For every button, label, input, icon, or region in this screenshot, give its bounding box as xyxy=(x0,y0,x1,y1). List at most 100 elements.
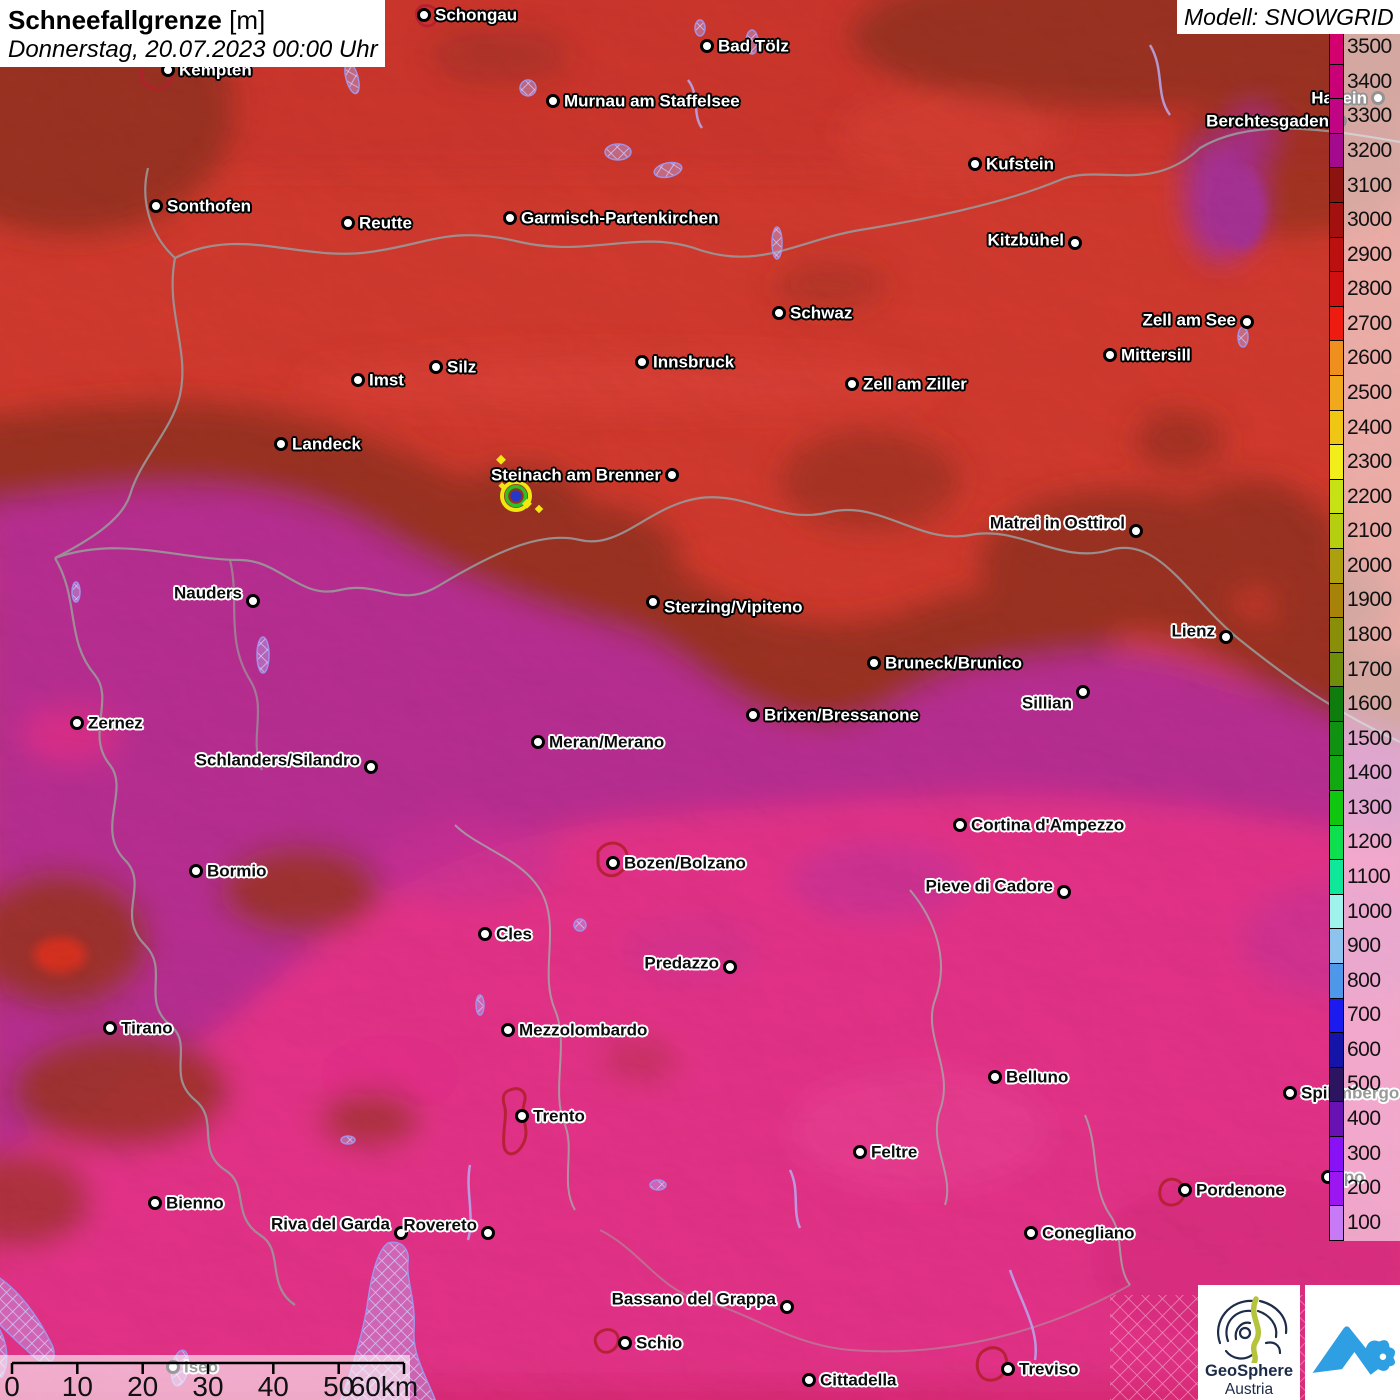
scale-bar-label: 0 xyxy=(4,1371,20,1400)
city-label: Kitzbühel xyxy=(987,230,1065,250)
legend-cell xyxy=(1330,860,1343,895)
city-label: Treviso xyxy=(1019,1359,1079,1379)
city-label: Schwaz xyxy=(790,303,853,323)
legend-cell xyxy=(1330,306,1343,342)
city-dot xyxy=(1219,630,1233,644)
legend-tick-label: 2000 xyxy=(1347,553,1392,577)
city-dot xyxy=(1001,1362,1015,1376)
city-dot xyxy=(515,1109,529,1123)
city-dot xyxy=(953,818,967,832)
city-dot xyxy=(802,1373,816,1387)
city-dot xyxy=(1240,315,1254,329)
city-label: Trento xyxy=(533,1106,585,1126)
city-dot xyxy=(1129,524,1143,538)
mountain-logo-icon xyxy=(1312,1326,1396,1375)
city-dot xyxy=(867,656,881,670)
city-dot xyxy=(246,594,260,608)
city-label: Nauders xyxy=(173,583,242,603)
weather-map-stage: Schongau Bad Tölz Kempten Murnau am Staffel… xyxy=(0,0,1400,1400)
city-label: Belluno xyxy=(1006,1067,1069,1087)
legend-tick-label: 3100 xyxy=(1347,173,1392,197)
city-label: Zell am Ziller xyxy=(863,374,967,394)
city-label: Bormio xyxy=(207,861,267,881)
city-dot xyxy=(1103,348,1117,362)
city-label: Schongau xyxy=(435,5,518,25)
map-datetime: Donnerstag, 20.07.2023 00:00 Uhr xyxy=(8,35,378,63)
legend-cell xyxy=(1330,30,1343,65)
geosphere-logo-icon xyxy=(1217,1296,1288,1366)
legend-tick-label: 2100 xyxy=(1347,519,1392,543)
city-label: Mezzolombardo xyxy=(519,1020,648,1040)
city-dot xyxy=(665,468,679,482)
city-dot xyxy=(988,1070,1002,1084)
city-label: Mittersill xyxy=(1121,345,1191,365)
legend-cell xyxy=(1330,721,1343,757)
legend-cell xyxy=(1330,756,1343,792)
legend-cell xyxy=(1330,1206,1343,1240)
legend-cell xyxy=(1330,133,1343,169)
city-label: Sillian xyxy=(1021,693,1072,713)
legend-cell xyxy=(1330,341,1343,376)
legend-cell xyxy=(1330,929,1343,965)
city-label: Garmisch-Partenkirchen xyxy=(521,208,719,228)
city-label: Landeck xyxy=(292,434,361,454)
legend-tick-label: 200 xyxy=(1347,1176,1381,1200)
city-label: Matrei in Osttirol xyxy=(989,513,1125,533)
city-dot xyxy=(417,8,431,22)
legend-cell xyxy=(1330,272,1343,307)
legend-cell xyxy=(1330,964,1343,999)
city-dot xyxy=(853,1145,867,1159)
legend-cell xyxy=(1330,168,1343,203)
city-label: Murnau am Staffelsee xyxy=(564,91,740,111)
scale-bar: 0 10 20 30 40 50 60km xyxy=(0,1355,418,1400)
city-label: Schlanders/Silandro xyxy=(195,750,360,770)
city-dot xyxy=(478,927,492,941)
legend-tick-label: 600 xyxy=(1347,1037,1381,1061)
city-label: Bienno xyxy=(166,1193,224,1213)
legend-tick-label: 3500 xyxy=(1347,35,1392,59)
legend-tick-label: 1700 xyxy=(1347,657,1392,681)
city-label: Imst xyxy=(369,370,404,390)
city-dot xyxy=(274,437,288,451)
legend-tick-label: 3000 xyxy=(1347,208,1392,232)
city-label: Tirano xyxy=(121,1018,173,1038)
legend-tick-label: 2300 xyxy=(1347,450,1392,474)
city-label: Silz xyxy=(447,357,477,377)
city-dot xyxy=(845,377,859,391)
city-label: Berchtesgaden xyxy=(1206,111,1329,131)
city-label: Conegliano xyxy=(1042,1223,1135,1243)
geosphere-logo-name: GeoSphere xyxy=(1204,1362,1294,1380)
city-label: Feltre xyxy=(871,1142,918,1162)
city-dot xyxy=(968,157,982,171)
city-dot xyxy=(646,595,660,609)
city-label: Bad Tölz xyxy=(718,36,789,56)
legend-cell xyxy=(1330,894,1343,930)
title-box: Schneefallgrenze [m] Donnerstag, 20.07.2… xyxy=(0,0,385,67)
city-label: Sterzing/Vipiteno xyxy=(664,597,803,617)
city-label: Pordenone xyxy=(1196,1180,1285,1200)
legend-tick-label: 2900 xyxy=(1347,242,1392,266)
city-label: Sonthofen xyxy=(167,196,252,216)
legend-tick-label: 3200 xyxy=(1347,138,1392,162)
scale-bar-label: 10 xyxy=(61,1371,93,1400)
legend-cell xyxy=(1330,1137,1343,1172)
legend-tick-label: 1200 xyxy=(1347,830,1392,854)
city-label: Rovereto xyxy=(403,1215,477,1235)
city-dot xyxy=(1024,1226,1038,1240)
legend-cell xyxy=(1330,791,1343,826)
city-dot xyxy=(481,1226,495,1240)
city-dot xyxy=(1283,1086,1297,1100)
legend-tick-label: 1500 xyxy=(1347,726,1392,750)
city-dot xyxy=(1057,885,1071,899)
city-dot xyxy=(148,1196,162,1210)
city-label: Zell am See xyxy=(1142,310,1236,330)
city-dot xyxy=(429,360,443,374)
legend-cell xyxy=(1330,1067,1343,1103)
city-label: Bozen/Bolzano xyxy=(624,853,746,873)
city-label: Lienz xyxy=(1171,621,1215,641)
city-dot xyxy=(606,856,620,870)
legend-cell xyxy=(1330,410,1343,446)
city-dot xyxy=(723,960,737,974)
legend-tick-label: 1900 xyxy=(1347,588,1392,612)
city-label: Riva del Garda xyxy=(270,1214,390,1234)
